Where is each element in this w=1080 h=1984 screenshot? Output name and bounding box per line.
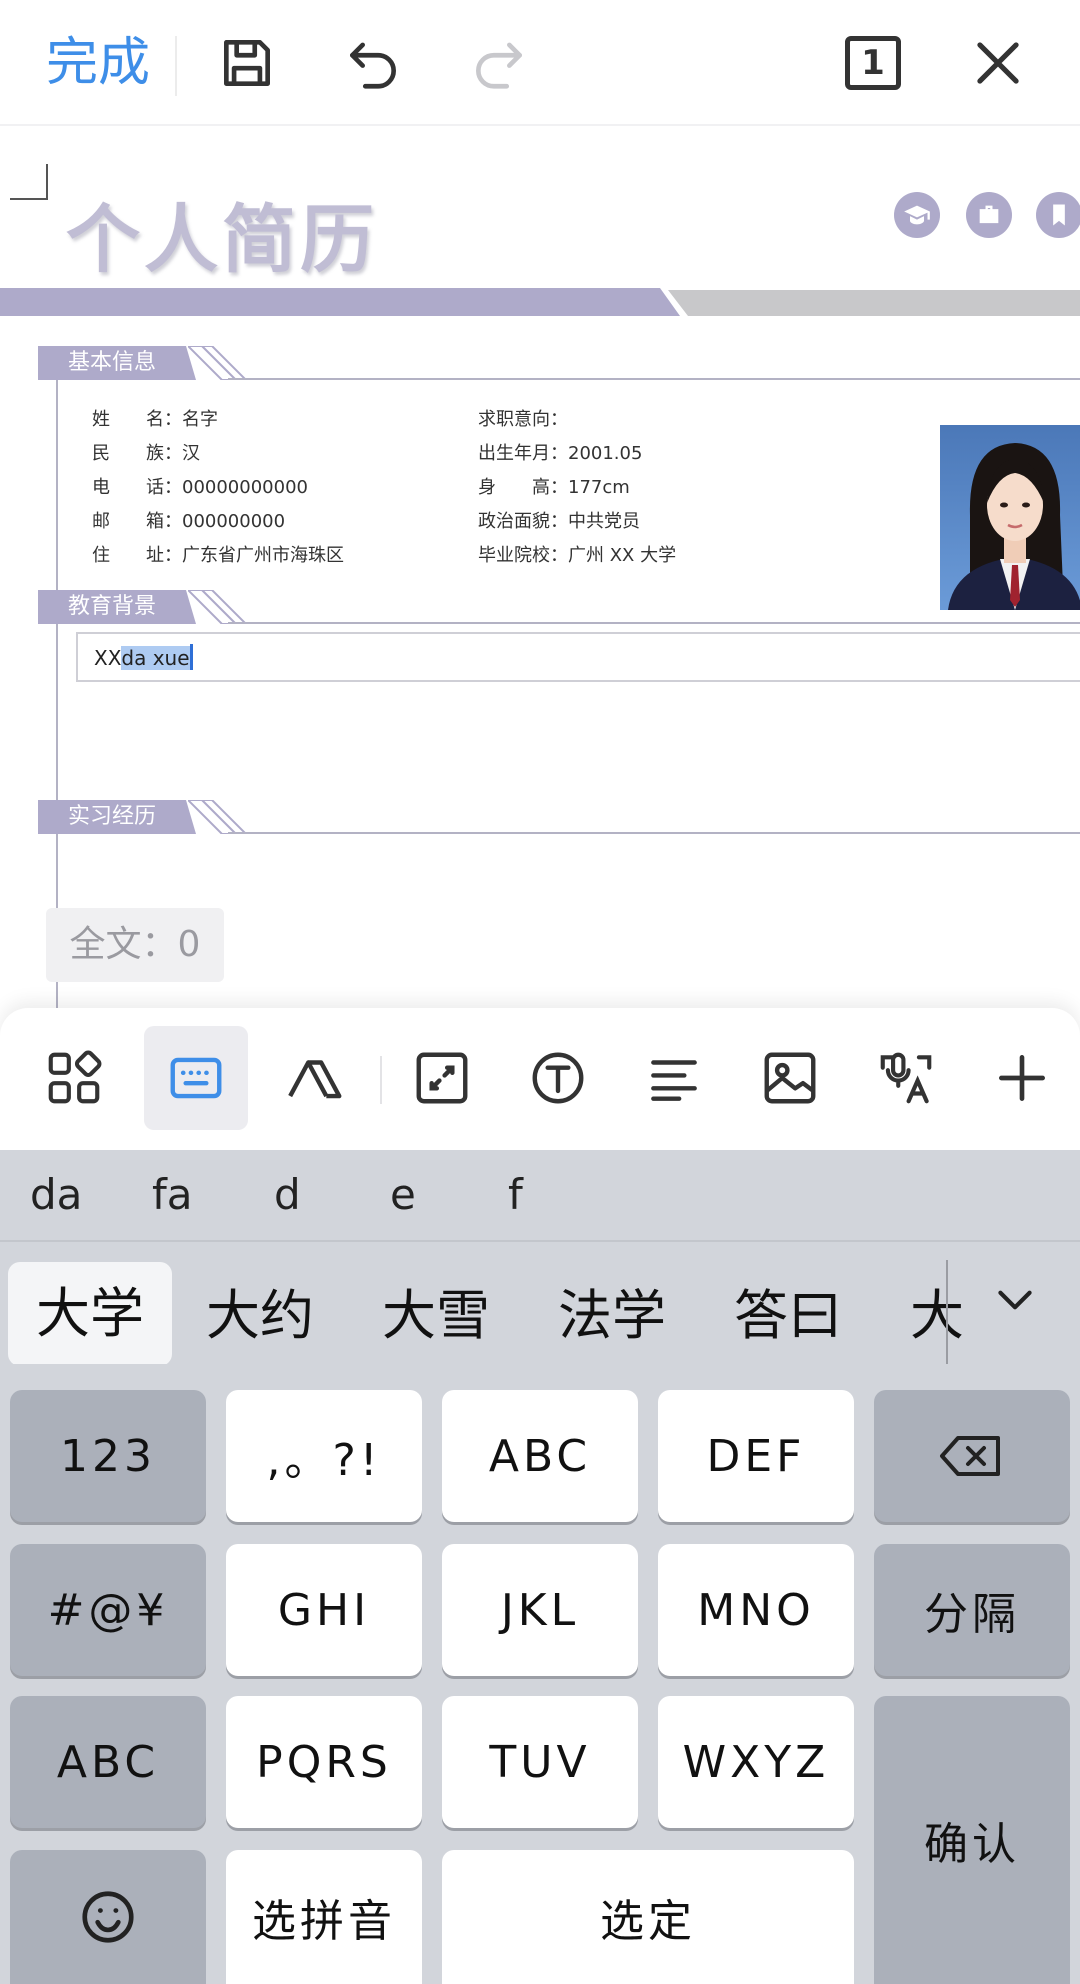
section-title: 基本信息 (68, 350, 157, 375)
candidate-word[interactable]: 法学 (558, 1264, 666, 1364)
key-abc[interactable]: ABC (442, 1390, 638, 1522)
key-def[interactable]: DEF (658, 1390, 854, 1522)
keyboard-icon[interactable] (144, 1026, 248, 1130)
section-stripes (188, 800, 248, 834)
profile-photo[interactable] (940, 425, 1080, 610)
section-title: 实习经历 (68, 804, 157, 829)
candidate-row: 大学 大约 大雪 法学 答曰 大 (0, 1244, 1080, 1364)
key-ghi[interactable]: GHI (226, 1544, 422, 1676)
grid-icon[interactable] (22, 1026, 126, 1130)
info-row: 民 族：汉 (92, 443, 200, 464)
info-row: 出生年月：2001.05 (478, 443, 643, 464)
text-circle-icon[interactable] (506, 1026, 610, 1130)
fullscreen-icon[interactable] (390, 1026, 494, 1130)
align-icon[interactable] (622, 1026, 726, 1130)
ime-keyboard: da fa d e f 大学 大约 大雪 法学 答曰 大 123 ,。?! AB… (0, 1150, 1080, 1984)
info-row: 政治面貌：中共党员 (478, 511, 640, 532)
key-punctuation[interactable]: ,。?! (226, 1390, 422, 1522)
key-tuv[interactable]: TUV (442, 1696, 638, 1828)
key-symbols[interactable]: #@¥ (10, 1544, 206, 1676)
info-row: 邮 箱：000000000 (92, 511, 286, 532)
select-pinyin-key[interactable]: 选拼音 (226, 1850, 422, 1984)
info-row: 电 话：00000000000 (92, 477, 308, 498)
candidate-divider (946, 1260, 948, 1364)
close-icon[interactable] (963, 28, 1033, 98)
info-row: 住 址：广东省广州市海珠区 (92, 545, 344, 566)
page-count-icon[interactable]: 1 (845, 36, 901, 90)
candidate-word[interactable]: 答曰 (734, 1264, 842, 1364)
done-button[interactable]: 完成 (46, 28, 150, 98)
header-band (0, 288, 680, 316)
candidate-word[interactable]: 大 (910, 1264, 964, 1364)
voice-translate-icon[interactable] (854, 1026, 958, 1130)
graduation-cap-icon (894, 192, 940, 238)
info-row: 姓 名：名字 (92, 409, 218, 430)
pinyin-option[interactable]: f (508, 1170, 523, 1219)
resume-title: 个人简历 (66, 197, 378, 283)
emoji-icon (82, 1891, 134, 1943)
pinyin-option[interactable]: fa (152, 1170, 193, 1219)
pinyin-options-row: da fa d e f (0, 1150, 1080, 1242)
undo-icon[interactable] (338, 28, 408, 98)
chevron-down-icon[interactable] (990, 1274, 1040, 1324)
toolbar-divider (175, 36, 177, 96)
section-stripes (188, 346, 248, 380)
key-mno[interactable]: MNO (658, 1544, 854, 1676)
candidate-word[interactable]: 大雪 (382, 1264, 490, 1364)
education-input-text[interactable]: XXda xue (94, 644, 193, 670)
confirm-key[interactable]: 确认 (874, 1696, 1070, 1984)
select-confirm-key[interactable]: 选定 (442, 1850, 854, 1984)
header-band-gray (668, 290, 1080, 316)
edit-tools-bar (0, 1008, 1080, 1150)
info-row: 身 高：177cm (478, 477, 630, 498)
redo-icon[interactable] (464, 28, 534, 98)
section-title: 教育背景 (68, 594, 157, 619)
save-icon[interactable] (212, 28, 282, 98)
plus-icon[interactable] (970, 1026, 1074, 1130)
document-canvas[interactable]: 个人简历 基本信息 姓 名：名字 民 族：汉 电 话：00000000000 邮… (0, 128, 1080, 1008)
info-row: 求职意向： (478, 409, 568, 430)
top-toolbar: 完成 1 (0, 0, 1080, 126)
crop-mark (10, 164, 48, 200)
bookmark-icon (1036, 192, 1080, 238)
education-text-box[interactable]: XXda xue (76, 632, 1080, 682)
image-icon[interactable] (738, 1026, 842, 1130)
backspace-key[interactable] (874, 1390, 1070, 1522)
candidate-word[interactable]: 大约 (206, 1264, 314, 1364)
tools-divider (380, 1056, 382, 1104)
section-stripes (188, 590, 248, 624)
key-abc-mode[interactable]: ABC (10, 1696, 206, 1828)
key-123[interactable]: 123 (10, 1390, 206, 1522)
backspace-icon (940, 1436, 1000, 1476)
word-count-badge: 全文：0 (46, 908, 224, 982)
emoji-key[interactable] (10, 1850, 206, 1984)
composing-text: da xue (121, 646, 190, 670)
briefcase-icon (966, 192, 1012, 238)
key-pqrs[interactable]: PQRS (226, 1696, 422, 1828)
separator-key[interactable]: 分隔 (874, 1544, 1070, 1676)
pinyin-option[interactable]: e (390, 1170, 416, 1219)
pinyin-option[interactable]: d (274, 1170, 301, 1219)
text-cursor (189, 644, 193, 670)
pinyin-option[interactable]: da (30, 1170, 82, 1219)
key-wxyz[interactable]: WXYZ (658, 1696, 854, 1828)
key-jkl[interactable]: JKL (442, 1544, 638, 1676)
candidate-word[interactable]: 大学 (8, 1262, 172, 1364)
text-style-icon[interactable] (264, 1026, 368, 1130)
info-row: 毕业院校：广州 XX 大学 (478, 545, 677, 566)
